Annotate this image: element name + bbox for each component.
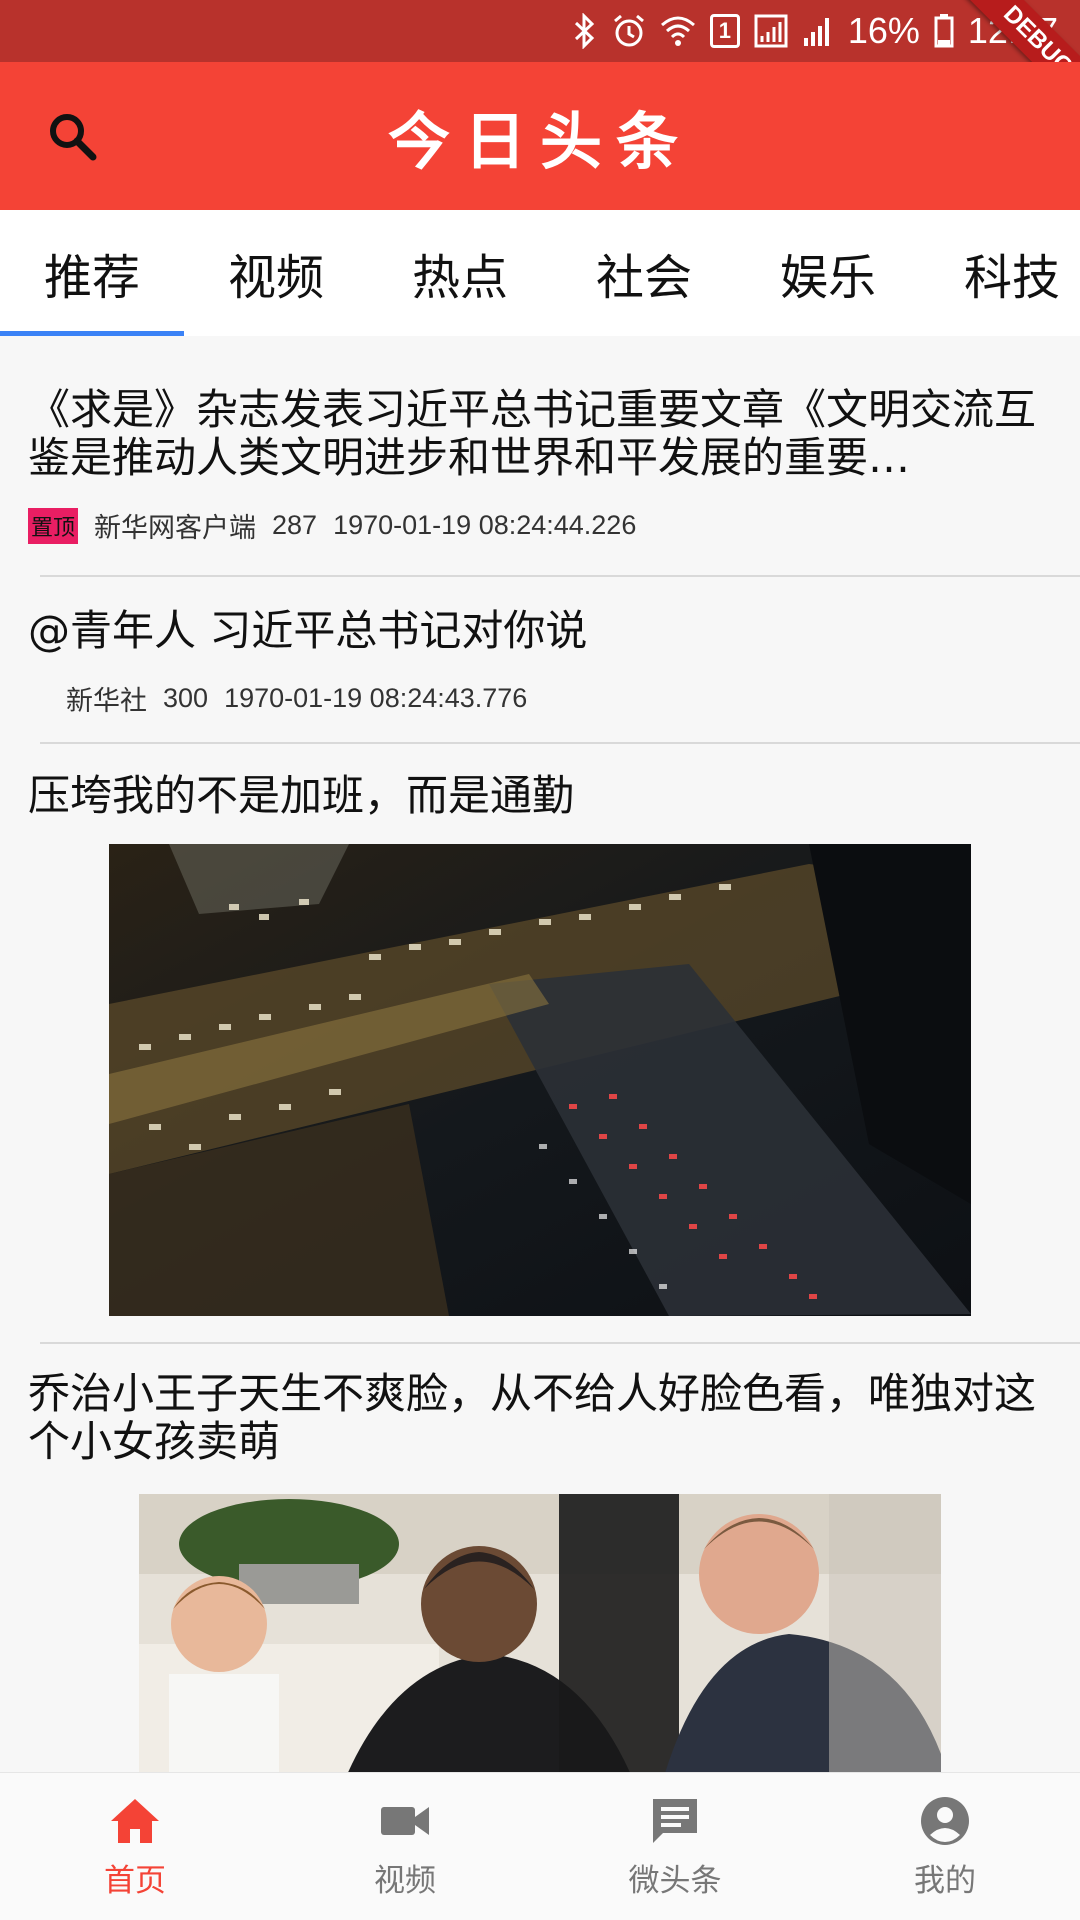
news-item[interactable]: 《求是》杂志发表习近平总书记重要文章《文明交流互鉴是推动人类文明进步和世界和平发… [0,336,1080,575]
tab-video[interactable]: 视频 [184,210,368,336]
page-title: 今日头条 [387,105,692,178]
publish-time: 1970-01-19 08:24:44.226 [333,510,637,540]
comment-count: 300 [163,683,209,713]
news-item[interactable]: 乔治小王子天生不爽脸，从不给人好脸色看，唯独对这个小女孩卖萌 [0,1344,1080,1772]
signal-box-icon [754,14,788,48]
chat-icon [653,1799,697,1843]
news-item[interactable]: 压垮我的不是加班，而是通勤 [0,744,1080,1342]
sim-slot-icon: 1 [709,14,740,48]
videocam-icon [381,1807,429,1835]
news-feed: 《求是》杂志发表习近平总书记重要文章《文明交流互鉴是推动人类文明进步和世界和平发… [0,336,1080,1772]
tab-society[interactable]: 社会 [552,210,736,336]
comment-count: 287 [272,510,318,540]
tab-hot[interactable]: 热点 [368,210,552,336]
battery-icon [934,14,954,48]
search-button[interactable] [44,108,100,164]
news-item[interactable]: @青年人 习近平总书记对你说 新华社 300 1970-01-19 08:24:… [0,577,1080,742]
search-icon [50,114,97,161]
battery-percent: 16% [847,10,920,51]
pinned-badge: 置顶 [28,507,79,544]
news-source: 新华社 [66,686,147,717]
news-title: @青年人 习近平总书记对你说 [28,606,588,655]
news-title: 《求是》杂志发表习近平总书记重要文章《文明交流互鉴是推动人类文明进步和世界和平发… [28,386,1037,482]
bluetooth-icon [572,13,598,49]
tab-entertainment[interactable]: 娱乐 [736,210,920,336]
status-bar: 1 16% 12:17 DEBUG [0,0,1080,126]
news-title: 乔治小王子天生不爽脸，从不给人好脸色看，唯独对这个小女孩卖萌 [28,1369,1037,1466]
nav-profile[interactable]: 我的 [810,1773,1080,1920]
nav-home[interactable]: 首页 [0,1773,270,1920]
news-source: 新华网客户端 [94,513,257,544]
account-icon [921,1797,969,1845]
nav-label: 首页 [104,1863,166,1899]
nav-label: 微头条 [628,1863,722,1899]
nav-label: 我的 [914,1863,976,1899]
publish-time: 1970-01-19 08:24:43.776 [224,683,528,713]
app-bar: 今日头条 [0,62,1080,210]
cell-signal-icon [802,14,834,48]
prince-photo-image [139,1494,941,1772]
home-icon [111,1799,159,1843]
nav-video[interactable]: 视频 [270,1773,540,1920]
category-tabs: 推荐 视频 热点 社会 娱乐 科技 [0,210,1080,336]
nav-microposts[interactable]: 微头条 [540,1773,810,1920]
tab-recommend[interactable]: 推荐 [0,210,184,336]
alarm-icon [612,13,646,49]
tab-tech[interactable]: 科技 [920,210,1080,336]
wifi-icon [660,14,696,48]
news-title: 压垮我的不是加班，而是通勤 [28,771,575,820]
traffic-jam-image [109,844,971,1316]
bottom-navigation: 首页 视频 微头条 我的 [0,1772,1080,1920]
nav-label: 视频 [374,1863,436,1899]
